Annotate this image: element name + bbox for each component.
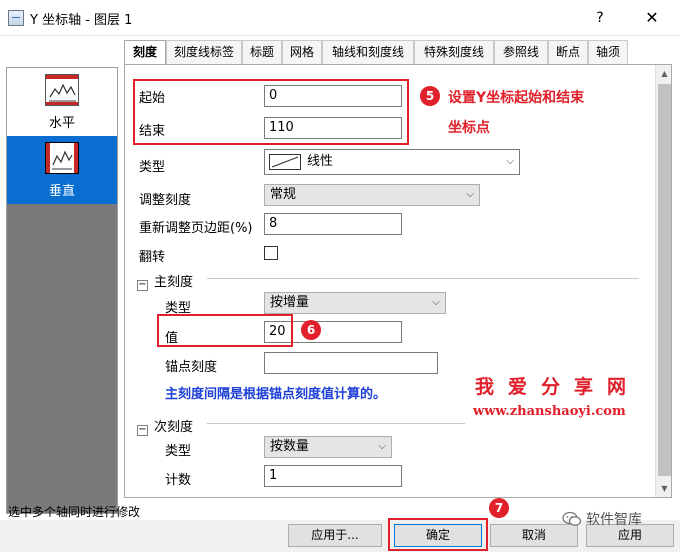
- minor-type-select[interactable]: 按数量 ⌵: [264, 436, 392, 458]
- axis-nav-panel: 水平 垂直: [6, 67, 118, 514]
- title-bar: Y 坐标轴 - 图层 1 ? ✕: [0, 0, 680, 36]
- status-text: 选中多个轴同时进行修改: [8, 505, 141, 519]
- collapse-toggle-icon[interactable]: −: [137, 280, 148, 291]
- highlight-start-end: [133, 79, 409, 145]
- help-button[interactable]: ?: [585, 7, 615, 29]
- step-7-badge: 7: [489, 498, 509, 518]
- minor-type-value: 按数量: [270, 439, 310, 454]
- vertical-scrollbar[interactable]: ▲ ▼: [655, 65, 671, 497]
- major-type-value: 按增量: [270, 295, 310, 310]
- chevron-down-icon: ⌵: [378, 441, 386, 452]
- apply-to-button[interactable]: 应用于...: [288, 524, 382, 547]
- rescale-margin-input[interactable]: 8: [264, 213, 402, 235]
- rescale-margin-label: 重新调整页边距(%): [139, 221, 253, 236]
- wechat-icon: [562, 511, 582, 527]
- linear-scale-icon: [269, 154, 301, 170]
- scale-type-value: 线性: [307, 154, 334, 169]
- chevron-down-icon: ⌵: [506, 156, 514, 167]
- major-ticks-title: 主刻度: [154, 275, 194, 290]
- step-5-annotation-line2: 坐标点: [448, 120, 490, 136]
- tab-breaks[interactable]: 断点: [548, 40, 588, 64]
- nav-item-horizontal[interactable]: 水平: [7, 68, 117, 136]
- scale-settings-panel: 起始 0 结束 110 5 设置Y坐标起始和结束 坐标点 类型 线性 ⌵ 调整刻…: [124, 64, 672, 498]
- rescale-label: 调整刻度: [139, 193, 192, 208]
- major-ticks-section-header[interactable]: − 主刻度: [137, 271, 193, 291]
- tab-tick-labels[interactable]: 刻度线标签: [166, 40, 242, 64]
- watermark-title: 我爱分享网: [475, 376, 641, 398]
- minor-count-input[interactable]: 1: [264, 465, 402, 487]
- nav-item-vertical[interactable]: 垂直: [7, 136, 117, 204]
- major-type-select[interactable]: 按增量 ⌵: [264, 292, 446, 314]
- flip-checkbox[interactable]: [264, 246, 278, 260]
- horizontal-axis-thumbnail-icon: [45, 74, 79, 106]
- step-5-badge: 5: [420, 86, 440, 106]
- tab-title[interactable]: 标题: [242, 40, 282, 64]
- tab-rug[interactable]: 轴须: [588, 40, 628, 64]
- wechat-watermark: 软件智库: [562, 509, 642, 529]
- chevron-down-icon: ⌵: [466, 189, 474, 200]
- rescale-select[interactable]: 常规 ⌵: [264, 184, 480, 206]
- close-button[interactable]: ✕: [635, 7, 669, 29]
- tab-line-and-ticks[interactable]: 轴线和刻度线: [322, 40, 414, 64]
- wechat-label: 软件智库: [586, 512, 642, 528]
- minor-type-label: 类型: [165, 444, 192, 459]
- collapse-toggle-icon[interactable]: −: [137, 425, 148, 436]
- highlight-ok-button: [388, 518, 488, 551]
- scroll-up-icon[interactable]: ▲: [656, 65, 671, 82]
- flip-label: 翻转: [139, 250, 166, 265]
- tab-bar: 刻度 刻度线标签 标题 网格 轴线和刻度线 特殊刻度线 参照线 断点 轴须: [124, 40, 676, 66]
- scrollbar-thumb[interactable]: [658, 84, 671, 476]
- tab-grid[interactable]: 网格: [282, 40, 322, 64]
- major-ticks-note: 主刻度间隔是根据锚点刻度值计算的。: [165, 387, 387, 402]
- anchor-tick-label: 锚点刻度: [165, 360, 218, 375]
- highlight-major-value: [157, 314, 293, 347]
- app-icon: [8, 10, 24, 26]
- scroll-down-icon[interactable]: ▼: [656, 480, 671, 497]
- window-title: Y 坐标轴 - 图层 1: [30, 13, 133, 28]
- vertical-axis-thumbnail-icon: [45, 142, 79, 174]
- minor-ticks-section-header[interactable]: − 次刻度: [137, 416, 193, 436]
- tab-scale[interactable]: 刻度: [124, 40, 166, 66]
- tab-reference-lines[interactable]: 参照线: [494, 40, 548, 64]
- minor-count-label: 计数: [165, 473, 192, 488]
- section-divider: [207, 278, 639, 279]
- anchor-tick-input[interactable]: [264, 352, 438, 374]
- watermark-url: www.zhanshaoyi.com: [473, 404, 626, 419]
- tab-special-ticks[interactable]: 特殊刻度线: [414, 40, 494, 64]
- scale-type-select[interactable]: 线性 ⌵: [264, 149, 520, 175]
- nav-label-horizontal: 水平: [48, 116, 75, 131]
- chevron-down-icon: ⌵: [432, 297, 440, 308]
- minor-ticks-title: 次刻度: [154, 420, 194, 435]
- step-5-annotation-line1: 设置Y坐标起始和结束: [448, 90, 585, 106]
- section-divider: [207, 423, 465, 424]
- nav-label-vertical: 垂直: [48, 184, 75, 199]
- rescale-value: 常规: [270, 187, 297, 202]
- type-label: 类型: [139, 160, 166, 175]
- step-6-badge: 6: [301, 320, 321, 340]
